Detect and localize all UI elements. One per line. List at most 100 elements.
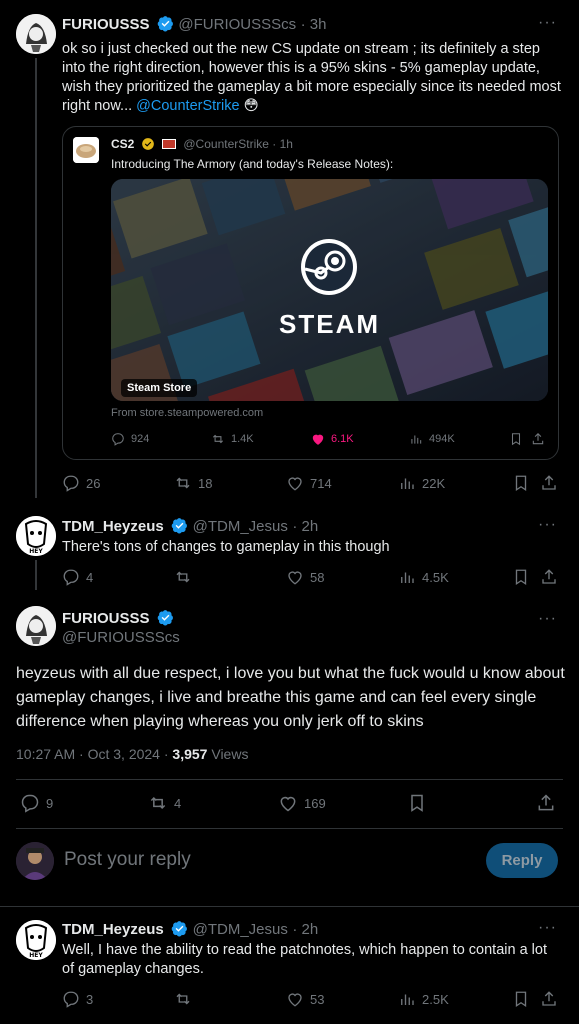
handle[interactable]: @FURIOUSSScs	[62, 629, 180, 646]
like-button[interactable]: 58	[286, 568, 324, 586]
repost-icon	[150, 796, 166, 810]
display-name[interactable]: FURIOUSSS	[62, 16, 150, 33]
repost-button[interactable]	[174, 568, 198, 586]
repost-icon	[176, 477, 190, 489]
bookmark-icon	[515, 569, 527, 586]
share-button[interactable]	[540, 568, 558, 586]
bookmark-button[interactable]	[509, 432, 523, 446]
share-icon	[542, 475, 556, 490]
more-options-icon[interactable]: ···	[538, 610, 557, 628]
timestamp[interactable]: · 3h	[301, 16, 327, 33]
heart-icon	[288, 571, 302, 585]
handle[interactable]: @FURIOUSSScs	[178, 16, 296, 33]
repost-button[interactable]	[174, 990, 198, 1008]
divider	[0, 906, 579, 907]
thread-line	[35, 58, 37, 498]
emoji: 😳	[243, 98, 259, 114]
reply-icon	[112, 433, 124, 446]
display-name[interactable]: FURIOUSSS	[62, 610, 150, 627]
tweet-text: Well, I have the ability to read the pat…	[62, 942, 547, 977]
avatar[interactable]	[16, 606, 56, 646]
share-icon	[538, 794, 554, 811]
share-button[interactable]	[531, 432, 545, 446]
reply-button[interactable]: 4	[62, 568, 93, 586]
share-button[interactable]	[536, 793, 556, 813]
handle[interactable]: @TDM_Jesus	[193, 921, 288, 938]
svg-text:HEY: HEY	[29, 548, 43, 555]
link-card-image[interactable]: STEAM Steam Store	[111, 179, 548, 401]
reply-button[interactable]: 924	[111, 432, 149, 446]
tweet-text: There's tons of changes to gameplay in t…	[62, 539, 390, 555]
share-icon	[542, 991, 556, 1006]
heart-filled-icon	[312, 434, 324, 445]
bookmark-icon	[411, 794, 423, 812]
reply-icon	[21, 794, 39, 813]
display-name[interactable]: TDM_Heyzeus	[62, 921, 164, 938]
timestamp[interactable]: 10:27 AM · Oct 3, 2024 ·	[16, 746, 172, 762]
timestamp[interactable]: · 2h	[292, 518, 318, 535]
bookmark-button[interactable]	[512, 568, 530, 586]
heart-icon	[280, 796, 296, 812]
tweet-actions: 26 18 714 22K	[62, 474, 562, 494]
views-button[interactable]: 4.5K	[398, 568, 449, 586]
tweet-text: heyzeus with all due respect, i love you…	[16, 665, 565, 730]
steam-brand: STEAM	[279, 309, 380, 339]
quoted-tweet[interactable]: CS2 @CounterStrike · 1h Introducing The …	[62, 126, 559, 460]
like-button[interactable]: 714	[286, 474, 332, 492]
display-name[interactable]: TDM_Heyzeus	[62, 518, 164, 535]
views-icon	[401, 994, 414, 1005]
verified-badge-icon	[171, 518, 188, 534]
repost-icon	[176, 993, 190, 1005]
thread-line	[35, 560, 37, 590]
avatar[interactable]	[16, 14, 56, 54]
views-button[interactable]: 494K	[409, 432, 455, 446]
display-name[interactable]: CS2	[111, 137, 134, 151]
views-icon	[401, 478, 414, 489]
reply-icon	[63, 569, 79, 586]
avatar[interactable]: HEY	[16, 516, 56, 556]
repost-button[interactable]: 4	[148, 793, 181, 813]
like-button[interactable]: 53	[286, 990, 324, 1008]
bookmark-button[interactable]	[407, 793, 427, 813]
avatar[interactable]	[73, 137, 99, 163]
more-options-icon[interactable]: ···	[538, 516, 557, 534]
quote-text: Introducing The Armory (and today's Rele…	[111, 157, 394, 171]
tweet-text: ok so i just checked out the new CS upda…	[62, 41, 561, 114]
handle[interactable]: @TDM_Jesus	[193, 518, 288, 535]
reply-icon	[63, 991, 79, 1008]
like-button[interactable]: 6.1K	[311, 432, 354, 446]
views-label: Views	[207, 746, 249, 762]
more-options-icon[interactable]: ···	[538, 919, 557, 937]
reply-button[interactable]: 26	[62, 474, 100, 492]
mention-link[interactable]: @CounterStrike	[136, 98, 239, 114]
avatar[interactable]: HEY	[16, 920, 56, 960]
handle[interactable]: @CounterStrike · 1h	[183, 137, 293, 151]
reply-icon	[63, 475, 79, 492]
reply-button[interactable]: 9	[20, 793, 53, 813]
divider	[16, 828, 563, 829]
divider	[16, 779, 563, 780]
bookmark-button[interactable]	[512, 990, 530, 1008]
views-button[interactable]: 2.5K	[398, 990, 449, 1008]
share-button[interactable]	[540, 474, 558, 492]
bookmark-button[interactable]	[512, 474, 530, 492]
heart-icon	[288, 993, 302, 1007]
reply-input[interactable]: Post your reply	[64, 849, 191, 871]
card-source[interactable]: From store.steampowered.com	[111, 407, 263, 419]
repost-button[interactable]: 18	[174, 474, 212, 492]
reply-button[interactable]: Reply	[486, 843, 558, 878]
verified-gold-icon	[141, 138, 154, 150]
more-options-icon[interactable]: ···	[538, 14, 557, 32]
like-button[interactable]: 169	[278, 793, 326, 813]
reply-button[interactable]: 3	[62, 990, 93, 1008]
repost-button[interactable]: 1.4K	[211, 432, 254, 446]
bookmark-icon	[515, 991, 527, 1008]
avatar[interactable]	[16, 842, 54, 880]
timestamp[interactable]: · 2h	[292, 921, 318, 938]
verified-badge-icon	[157, 16, 173, 32]
views-icon	[411, 435, 422, 444]
main-actions: 9 4 169	[20, 793, 560, 815]
views-icon	[401, 572, 414, 583]
share-button[interactable]	[540, 990, 558, 1008]
views-button[interactable]: 22K	[398, 474, 445, 492]
